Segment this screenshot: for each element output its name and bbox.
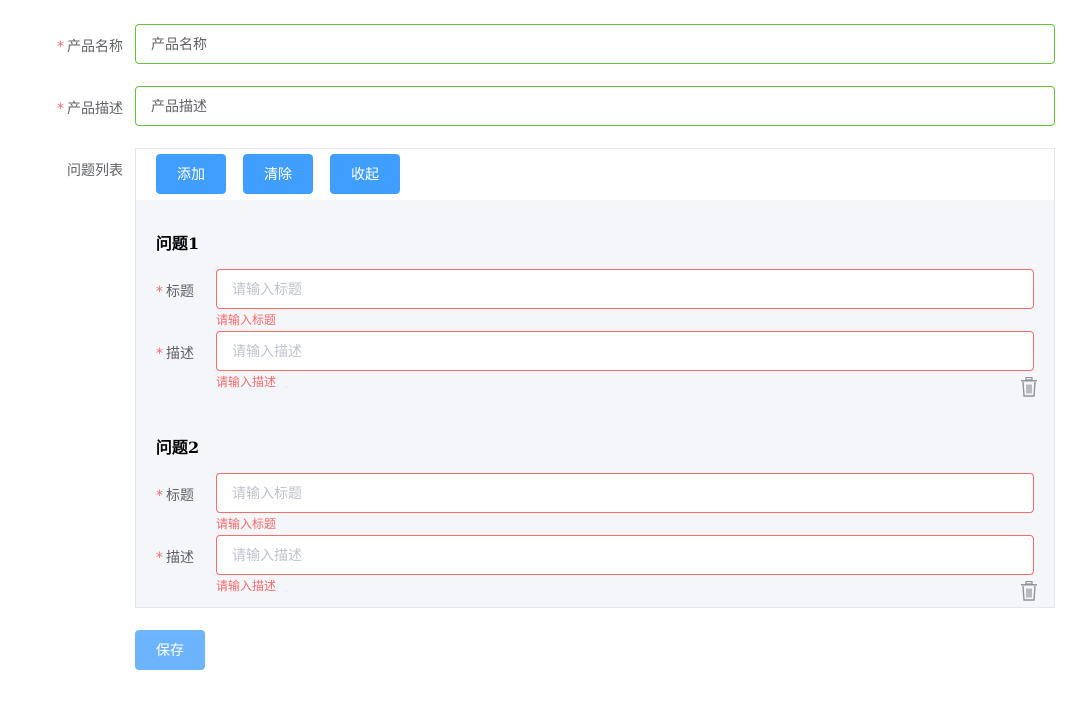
- question-1-title-input[interactable]: 请输入标题: [216, 269, 1034, 309]
- question-list-toolbar: 添加 清除 收起: [136, 149, 1054, 200]
- save-button[interactable]: 保存: [135, 630, 205, 670]
- add-button[interactable]: 添加: [156, 154, 226, 194]
- product-name-label: * 产品名称: [57, 39, 123, 55]
- question-list-body: 问题1 * 标题 请输入标题 请输入标题 * 描述 请输入描述 请输入描述 问题…: [136, 200, 1054, 607]
- question-2-desc-error: 请输入描述: [216, 579, 277, 593]
- product-name-input[interactable]: 产品名称: [135, 24, 1055, 64]
- trash-icon[interactable]: [1020, 376, 1038, 397]
- collapse-button[interactable]: 收起: [330, 154, 400, 194]
- question-1-title-error: 请输入标题: [216, 313, 277, 327]
- question-list-panel: 添加 清除 收起 问题1 * 标题 请输入标题 请输入标题 * 描述 请输入描述 请…: [135, 148, 1055, 608]
- question-2-desc-input[interactable]: 请输入描述: [216, 535, 1034, 575]
- question-2-title-error: 请输入标题: [216, 517, 277, 531]
- question-1-title: 问题1: [156, 234, 200, 253]
- clear-button[interactable]: 清除: [243, 154, 313, 194]
- question-2-desc-label: * 描述: [156, 550, 194, 566]
- product-form: * 产品名称 产品名称 * 产品描述 产品描述 问题列表 添加 清除 收起 问题1 …: [0, 0, 1079, 717]
- product-desc-input[interactable]: 产品描述: [135, 86, 1055, 126]
- product-desc-label: * 产品描述: [57, 101, 123, 117]
- question-1-desc-error: 请输入描述: [216, 375, 277, 389]
- question-1-desc-input[interactable]: 请输入描述: [216, 331, 1034, 371]
- required-asterisk: *: [57, 39, 64, 55]
- question-2-title-input[interactable]: 请输入标题: [216, 473, 1034, 513]
- question-list-label: 问题列表: [67, 163, 123, 179]
- trash-icon[interactable]: [1020, 580, 1038, 601]
- question-2-title: 问题2: [156, 438, 200, 457]
- question-2-title-label: * 标题: [156, 488, 194, 504]
- required-asterisk: *: [57, 101, 64, 117]
- question-1-desc-label: * 描述: [156, 346, 194, 362]
- question-1-title-label: * 标题: [156, 284, 194, 300]
